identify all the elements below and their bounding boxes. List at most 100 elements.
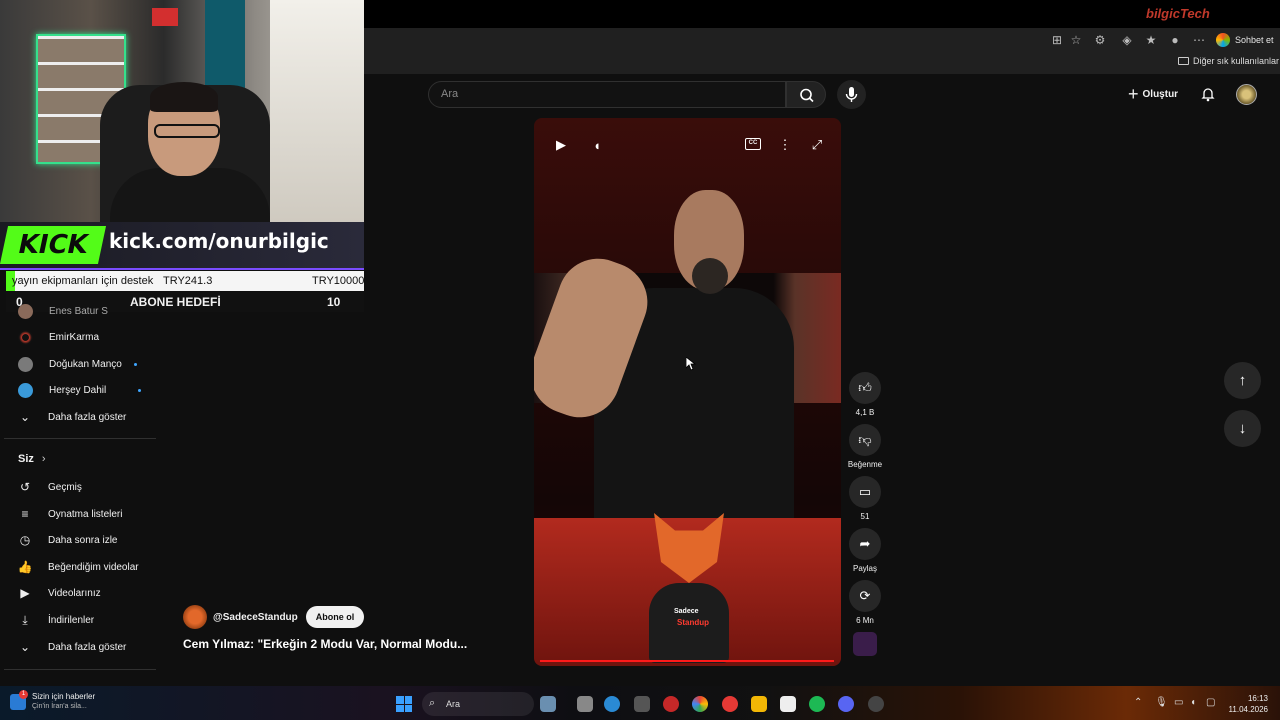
- next-video-button[interactable]: ↓: [1224, 410, 1261, 447]
- sidebar-item-label: Herşey Dahil: [49, 384, 107, 396]
- sidebar-subscription[interactable]: EmirKarma: [18, 327, 158, 347]
- folder-icon: [1178, 57, 1189, 65]
- video-progress-bar[interactable]: [540, 660, 834, 662]
- search-input[interactable]: Ara: [428, 81, 786, 108]
- shield-icon[interactable]: ◈: [1118, 28, 1136, 52]
- channel-avatar[interactable]: [183, 605, 207, 629]
- taskbar-clock[interactable]: 16:13 11.04.2026: [1226, 693, 1268, 715]
- volume-icon[interactable]: ◖: [587, 135, 607, 155]
- more-vertical-icon[interactable]: ⋮: [775, 135, 795, 155]
- taskbar-app-icon[interactable]: [868, 696, 884, 712]
- account-avatar[interactable]: [1236, 84, 1257, 105]
- dislike-button[interactable]: 👎︎: [849, 424, 881, 456]
- show-more-label: Daha fazla göster: [48, 411, 127, 423]
- video-title[interactable]: Cem Yılmaz: "Erkeğin 2 Modu Var, Normal …: [183, 637, 467, 651]
- you-section-header[interactable]: Siz ›: [18, 453, 46, 465]
- profile-icon[interactable]: ●: [1166, 28, 1184, 52]
- clock-time: 16:13: [1247, 694, 1268, 703]
- extensions-icon[interactable]: ⚙: [1091, 28, 1109, 52]
- download-icon: ⤓: [22, 612, 28, 627]
- sidebar-subscription[interactable]: Herşey Dahil: [18, 380, 158, 400]
- notifications-bell-icon[interactable]: [1200, 86, 1216, 102]
- task-view-icon[interactable]: [577, 696, 593, 712]
- taskbar-search[interactable]: Ara: [422, 692, 534, 716]
- sidebar-item-label: EmirKarma: [49, 331, 100, 343]
- tray-notification-icon[interactable]: ▢: [1206, 697, 1215, 708]
- show-more-subscriptions[interactable]: ⌄ Daha fazla göster: [18, 407, 158, 427]
- discord-icon[interactable]: [838, 696, 854, 712]
- sidebar-item-watch-later[interactable]: ◷ Daha sonra izle: [18, 530, 158, 550]
- comment-icon: ▭: [858, 484, 872, 499]
- sidebar-item-label: Oynatma listeleri: [48, 508, 123, 520]
- sidebar-item-label: Geçmiş: [48, 481, 82, 493]
- search-button[interactable]: [786, 81, 826, 108]
- search-icon: ⌕: [429, 697, 436, 709]
- chevron-down-icon: ⌄: [19, 640, 31, 654]
- edge-browser-icon[interactable]: [604, 696, 620, 712]
- tray-chevron-up-icon[interactable]: ⌃: [1134, 697, 1142, 708]
- chrome-icon[interactable]: [692, 696, 708, 712]
- clock-icon: ◷: [19, 533, 31, 547]
- channel-name[interactable]: @SadeceStandup: [213, 612, 298, 623]
- tray-mic-icon[interactable]: 🎙︎: [1155, 697, 1168, 708]
- streamer-webcam: [0, 0, 364, 222]
- captions-icon[interactable]: CC: [745, 138, 761, 150]
- spotify-icon[interactable]: [809, 696, 825, 712]
- like-button[interactable]: 👍︎: [849, 372, 881, 404]
- file-explorer-icon[interactable]: [751, 696, 767, 712]
- sidebar-item-playlists[interactable]: ≡ Oynatma listeleri: [18, 504, 158, 524]
- share-label: Paylaş: [852, 564, 877, 573]
- create-button[interactable]: + Oluştur: [1128, 84, 1178, 104]
- play-icon[interactable]: ▶: [551, 135, 571, 155]
- voice-search-button[interactable]: [837, 80, 866, 109]
- other-bookmarks-label: Diğer sık kullanılanlar: [1193, 56, 1280, 66]
- show-more-you[interactable]: ⌄ Daha fazla göster: [18, 637, 158, 657]
- favorites-icon[interactable]: ★: [1142, 28, 1160, 52]
- sidebar-item-label: Doğukan Manço: [49, 358, 122, 370]
- store-icon[interactable]: [780, 696, 796, 712]
- taskbar-app-icon[interactable]: [634, 696, 650, 712]
- remix-button[interactable]: ⟳: [849, 580, 881, 612]
- arrow-down-icon: ↓: [1238, 420, 1247, 437]
- comments-button[interactable]: ▭: [849, 476, 881, 508]
- thumbs-up-icon: 👍: [17, 560, 33, 574]
- sidebar-item-downloads[interactable]: ⤓ İndirilenler: [18, 610, 158, 630]
- subscribe-button[interactable]: Abone ol: [305, 606, 365, 628]
- sidebar-item-history[interactable]: ↺ Geçmiş: [18, 477, 158, 497]
- sidebar-item-label: Beğendiğim videolar: [48, 561, 139, 573]
- more-menu-icon[interactable]: ⋯: [1190, 28, 1208, 52]
- playlist-icon: ≡: [21, 507, 29, 521]
- copilot-chat-button[interactable]: Sohbet et: [1216, 31, 1274, 49]
- split-screen-icon[interactable]: ⊞: [1048, 28, 1066, 52]
- you-section-label: Siz: [18, 453, 34, 465]
- comment-count: 51: [860, 512, 870, 521]
- like-count: 4,1 B: [855, 408, 875, 417]
- kick-logo: KICK: [0, 226, 107, 264]
- start-button[interactable]: [396, 696, 412, 712]
- other-bookmarks-button[interactable]: Diğer sık kullanılanlar: [1178, 56, 1279, 66]
- sidebar-subscription[interactable]: Enes Batur S: [18, 301, 158, 321]
- news-subtitle: Çin'in İran'a sila...: [32, 703, 87, 710]
- tray-volume-icon[interactable]: ◖: [1190, 697, 1196, 708]
- yandex-icon[interactable]: [722, 696, 738, 712]
- sidebar-item-label: Enes Batur S: [49, 305, 108, 317]
- sidebar-subscription[interactable]: Doğukan Manço: [18, 354, 158, 374]
- donation-target: TRY10000: [312, 275, 365, 287]
- sidebar-item-your-videos[interactable]: ▶ Videolarınız: [18, 583, 158, 603]
- share-button[interactable]: ➦: [849, 528, 881, 560]
- sidebar-item-liked-videos[interactable]: 👍 Beğendiğim videolar: [18, 557, 158, 577]
- kick-url: kick.com/onurbilgic: [109, 229, 329, 253]
- taskbar-app-icon[interactable]: [540, 696, 556, 712]
- mascot-shirt-text: Standup: [677, 618, 709, 627]
- sound-thumbnail[interactable]: [853, 632, 877, 656]
- sidebar-item-label: Videolarınız: [48, 587, 101, 599]
- shorts-video-player[interactable]: Sadece Standup: [534, 118, 841, 666]
- previous-video-button[interactable]: ↑: [1224, 362, 1261, 399]
- news-widget[interactable]: 1 Sizin için haberler Çin'in İran'a sila…: [10, 690, 95, 712]
- opera-icon[interactable]: [663, 696, 679, 712]
- tray-network-icon[interactable]: ▭: [1174, 697, 1183, 708]
- favorite-star-icon[interactable]: ☆: [1067, 28, 1085, 52]
- fullscreen-icon[interactable]: ⤢: [807, 135, 827, 155]
- remix-count: 6 Mn: [856, 616, 874, 625]
- live-indicator: [133, 362, 137, 366]
